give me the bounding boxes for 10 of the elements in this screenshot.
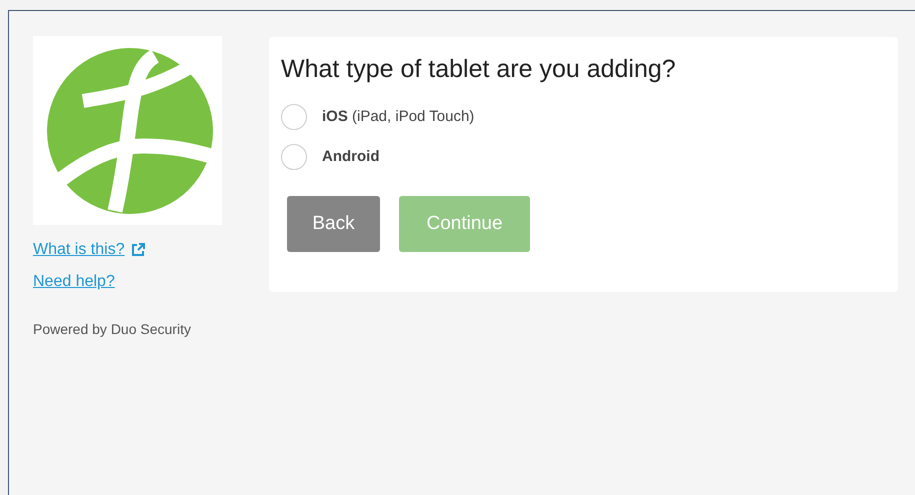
prompt-title: What type of tablet are you adding? [281,54,677,85]
external-link-icon [130,243,145,257]
option-label[interactable]: iOS (iPad, iPod Touch) [322,106,474,128]
radio-button[interactable] [281,144,307,170]
help-link[interactable]: What is this? [33,238,125,262]
back-button[interactable]: Back [287,196,380,252]
powered-by-text: Powered by Duo Security [33,320,192,339]
radio-button[interactable] [281,104,307,130]
help-link[interactable]: Need help? [33,270,115,294]
option-label[interactable]: Android [322,146,380,168]
